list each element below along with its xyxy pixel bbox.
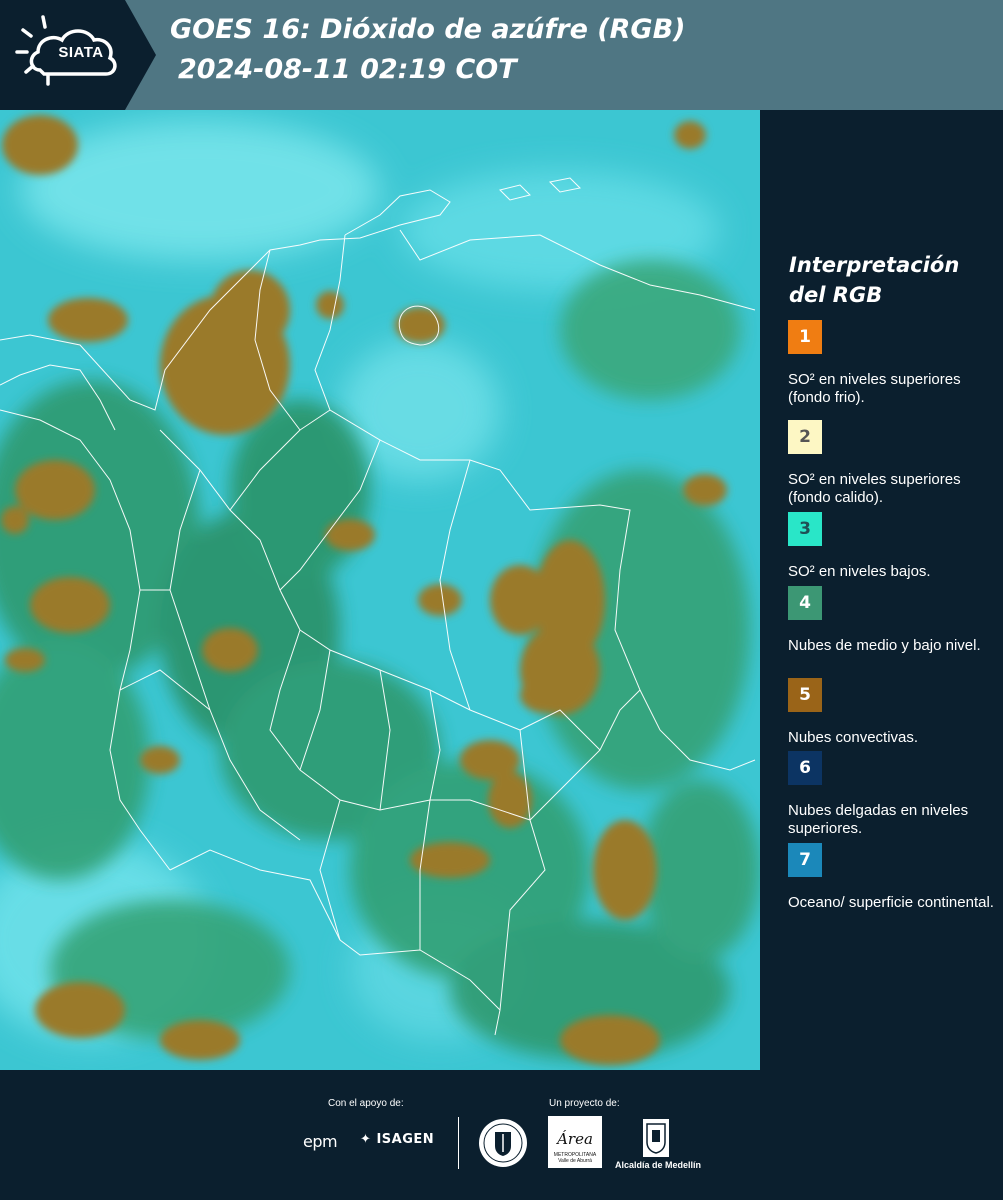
area-metropolitana-logo: Área METROPOLITANA Valle de Aburrá [548,1116,602,1168]
legend-description-3: SO² en niveles bajos. [788,563,931,580]
project-label: Un proyecto de: [549,1098,620,1109]
footer-divider [458,1117,459,1169]
legend-panel: Interpretación del RGB 1 SO² en niveles … [760,110,1003,1070]
product-timestamp: 2024-08-11 02:19 COT [178,54,517,85]
alcaldia-shield-icon [643,1119,669,1157]
isagen-mark-icon: ✦ [360,1132,372,1147]
satellite-image [0,110,760,1070]
legend-description-6: Nubes delgadas en niveles superiores. [788,802,969,837]
siata-logo: SIATA [0,0,160,110]
legend-description-1: SO² en niveles superiores (fondo frio). [788,371,961,406]
support-label: Con el apoyo de: [328,1098,404,1109]
city-seal-icon [479,1119,527,1167]
siata-logo-text: SIATA [58,44,104,61]
legend-description-5: Nubes convectivas. [788,729,919,746]
legend-swatch-1: 1 [788,320,822,354]
legend-description-2: SO² en niveles superiores (fondo calido)… [788,471,961,506]
legend-swatch-3: 3 [788,512,822,546]
alcaldia-label: Alcaldía de Medellín [614,1160,702,1170]
legend-swatch-5: 5 [788,678,822,712]
footer: Con el apoyo de: Un proyecto de: epm ✦ I… [0,1070,1003,1200]
satellite-map[interactable] [0,110,760,1070]
legend-item-7: 7 Oceano/ superficie continental. [788,843,998,912]
legend-swatch-4: 4 [788,586,822,620]
legend-swatch-7: 7 [788,843,822,877]
isagen-label: ISAGEN [376,1132,435,1147]
legend-title: Interpretación del RGB [789,253,960,307]
legend-item-3: 3 SO² en niveles bajos. [788,512,998,581]
legend-item-5: 5 Nubes convectivas. [788,678,998,747]
legend-swatch-2: 2 [788,420,822,454]
header-bar: SIATA GOES 16: Dióxido de azúfre (RGB) 2… [0,0,1003,110]
legend-swatch-6: 6 [788,751,822,785]
legend-item-2: 2 SO² en niveles superiores (fondo calid… [788,420,998,507]
area-logo-subtitle: METROPOLITANA Valle de Aburrá [553,1152,597,1164]
area-logo-text: Área [557,1130,593,1148]
product-title: GOES 16: Dióxido de azúfre (RGB) [170,14,686,45]
isagen-logo: ✦ ISAGEN [360,1132,434,1147]
legend-description-4: Nubes de medio y bajo nivel. [788,637,981,654]
legend-item-1: 1 SO² en niveles superiores (fondo frio)… [788,320,998,407]
legend-item-4: 4 Nubes de medio y bajo nivel. [788,586,998,655]
epm-logo: epm [303,1132,338,1151]
legend-item-6: 6 Nubes delgadas en niveles superiores. [788,751,998,838]
legend-description-7: Oceano/ superficie continental. [788,894,994,911]
